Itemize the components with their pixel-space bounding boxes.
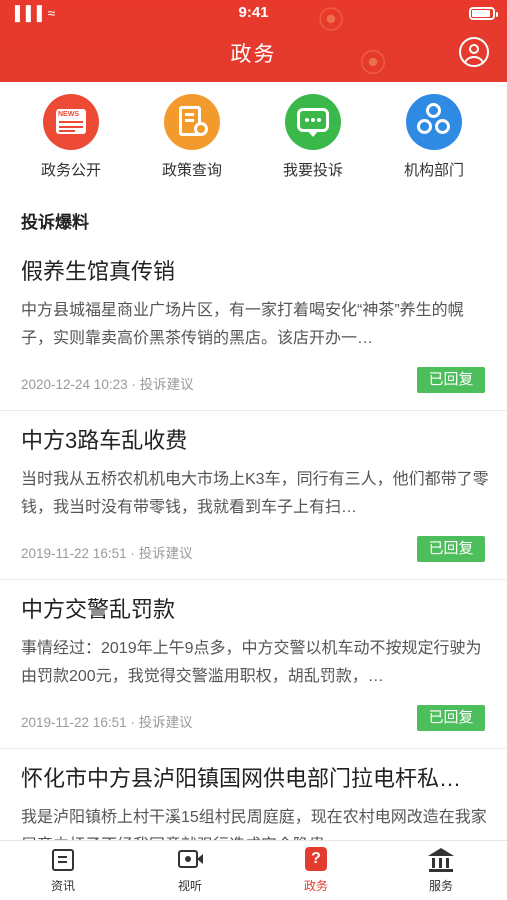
list-item[interactable]: 假养生馆真传销 中方县城福星商业广场片区，有一家打着喝安化“神茶”养生的幌子，实… (0, 242, 507, 411)
bottom-tab-bar: 资讯 视听 ? 政务 服务 (0, 840, 507, 900)
item-meta: 2019-11-22 16:51 · 投诉建议 (21, 546, 193, 561)
tab-video[interactable]: 视听 (150, 847, 230, 894)
tab-label: 资讯 (50, 879, 75, 893)
status-time: 9:41 (238, 4, 269, 21)
battery-icon (469, 7, 498, 20)
item-meta: 2020-12-24 10:23 · 投诉建议 (21, 377, 194, 392)
tab-label: 视听 (177, 879, 202, 893)
quick-item-label: 我要投诉 (282, 162, 343, 179)
quick-item-policy-search[interactable]: 政策查询 (142, 94, 242, 180)
item-title[interactable]: 中方交警乱罚款 (21, 592, 487, 624)
tab-service[interactable]: 服务 (401, 847, 481, 894)
quick-item-label: 机构部门 (403, 162, 464, 179)
item-summary: 中方县城福星商业广场片区，有一家打着喝安化“神茶”养生的幌子，实则靠卖高价黑茶传… (21, 302, 464, 347)
status-badge: 已回复 (417, 705, 485, 731)
top-header: ▐▐▐ ≈ 9:41 政务 (0, 0, 507, 82)
page-title: 政务 (230, 43, 277, 66)
list-item[interactable]: 中方3路车乱收费 当时我从五桥农机机电大市场上K3车，同行有三人，他们都带了零钱… (0, 411, 507, 580)
item-summary: 当时我从五桥农机机电大市场上K3车，同行有三人，他们都带了零钱，我当时没有带零钱… (21, 471, 489, 516)
status-badge: 已回复 (417, 536, 485, 562)
video-camera-icon (176, 847, 204, 873)
item-title[interactable]: 中方3路车乱收费 (21, 423, 487, 455)
item-title[interactable]: 怀化市中方县泸阳镇国网供电部门拉电杆私… (21, 761, 487, 793)
government-icon: ? (302, 847, 330, 873)
status-badge: 已回复 (417, 367, 485, 393)
organization-icon (406, 94, 462, 150)
quick-item-label: 政策查询 (161, 162, 222, 179)
news-icon: NEWS (43, 94, 99, 150)
tab-news[interactable]: 资讯 (23, 847, 103, 894)
chat-bubble-icon (285, 94, 341, 150)
quick-item-complaint[interactable]: 我要投诉 (263, 94, 363, 180)
status-bar: ▐▐▐ ≈ 9:41 (0, 0, 507, 26)
complaint-feed: 假养生馆真传销 中方县城福星商业广场片区，有一家打着喝安化“神茶”养生的幌子，实… (0, 242, 507, 900)
document-search-icon (164, 94, 220, 150)
section-title: 投诉爆料 (21, 213, 89, 232)
user-profile-icon[interactable] (459, 37, 489, 67)
item-summary: 事情经过：2019年上午9点多，中方交警以机车动不按规定行驶为由罚款200元，我… (21, 640, 482, 685)
tab-label: 政务 (303, 879, 328, 893)
quick-item-label: 政务公开 (40, 162, 101, 179)
quick-item-gov-open[interactable]: NEWS 政务公开 (21, 94, 121, 180)
news-doc-icon (49, 847, 77, 873)
quick-item-departments[interactable]: 机构部门 (384, 94, 484, 180)
tab-label: 服务 (428, 879, 453, 893)
item-meta: 2019-11-22 16:51 · 投诉建议 (21, 715, 193, 730)
item-title[interactable]: 假养生馆真传销 (21, 254, 487, 286)
tab-government[interactable]: ? 政务 (276, 847, 356, 894)
list-item[interactable]: 中方交警乱罚款 事情经过：2019年上午9点多，中方交警以机车动不按规定行驶为由… (0, 580, 507, 749)
service-building-icon (427, 847, 455, 873)
quick-menu: NEWS 政务公开 政策查询 我要投诉 机构部门 (0, 82, 507, 192)
